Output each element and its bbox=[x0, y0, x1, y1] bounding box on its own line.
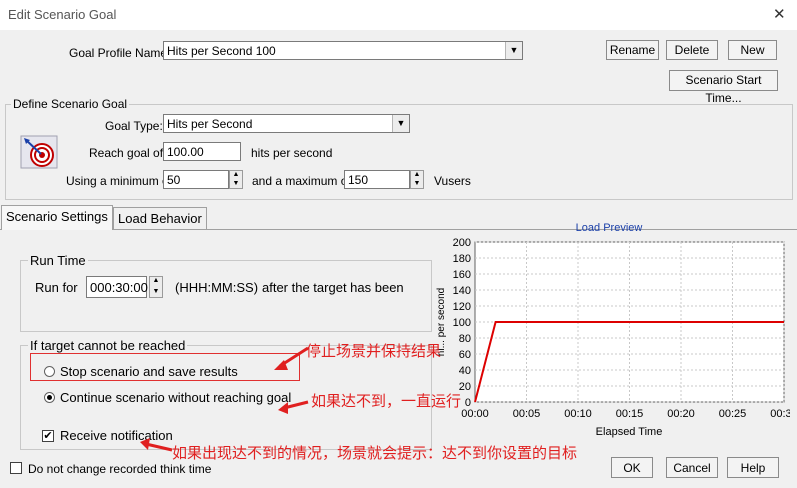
load-preview-chart: Load Preview 020406080100120140160180200… bbox=[436, 222, 790, 438]
chart-title: Load Preview bbox=[576, 222, 643, 234]
run-for-value: 000:30:00 bbox=[90, 280, 148, 295]
y-tick-label: 160 bbox=[453, 269, 471, 281]
max-vusers-input[interactable]: 150 bbox=[344, 170, 410, 189]
define-goal-group-label: Define Scenario Goal bbox=[11, 97, 130, 111]
min-vusers-label: Using a minimum of bbox=[66, 174, 173, 188]
run-for-input[interactable]: 000:30:00 bbox=[86, 276, 148, 298]
x-tick-label: 00:25 bbox=[719, 408, 747, 420]
help-button[interactable]: Help bbox=[727, 457, 779, 478]
x-tick-label: 00:15 bbox=[616, 408, 644, 420]
spin-up-icon[interactable]: ▲ bbox=[150, 277, 162, 285]
stop-scenario-label[interactable]: Stop scenario and save results bbox=[60, 364, 238, 379]
x-axis-label: Elapsed Time bbox=[596, 426, 663, 438]
reach-goal-value: 100.00 bbox=[167, 145, 204, 159]
x-tick-label: 00:30 bbox=[770, 408, 790, 420]
rename-button[interactable]: Rename bbox=[606, 40, 659, 60]
arrow-head-icon bbox=[278, 402, 288, 414]
reach-goal-unit: hits per second bbox=[251, 146, 333, 160]
vusers-label: Vusers bbox=[434, 174, 471, 188]
y-tick-label: 140 bbox=[453, 285, 471, 297]
run-for-after-text: after the target has been bbox=[262, 280, 404, 295]
think-time-checkbox[interactable] bbox=[10, 462, 22, 474]
run-time-group-label: Run Time bbox=[28, 253, 88, 268]
goal-profile-combo[interactable]: Hits per Second 100 ▼ bbox=[163, 41, 523, 60]
x-tick-label: 00:20 bbox=[667, 408, 695, 420]
chevron-down-icon[interactable]: ▼ bbox=[392, 115, 409, 132]
receive-notification-checkbox[interactable]: ✔ bbox=[42, 430, 54, 442]
y-tick-label: 200 bbox=[453, 237, 471, 249]
annotation-stop-note: 停止场景并保持结果 bbox=[306, 343, 442, 360]
arrow-icon bbox=[145, 442, 173, 452]
target-icon bbox=[20, 135, 58, 169]
chevron-down-icon[interactable]: ▼ bbox=[505, 42, 522, 59]
delete-button[interactable]: Delete bbox=[666, 40, 718, 60]
y-tick-label: 80 bbox=[459, 333, 471, 345]
window-title: Edit Scenario Goal bbox=[8, 7, 117, 22]
think-time-label[interactable]: Do not change recorded think time bbox=[28, 462, 211, 476]
run-for-label: Run for bbox=[35, 280, 78, 295]
min-vusers-input[interactable]: 50 bbox=[163, 170, 229, 189]
min-vusers-value: 50 bbox=[167, 173, 181, 187]
max-vusers-label: and a maximum of bbox=[252, 174, 351, 188]
tab-load-behavior[interactable]: Load Behavior bbox=[113, 207, 207, 229]
y-tick-label: 120 bbox=[453, 301, 471, 313]
title-bar: Edit Scenario Goal ✕ bbox=[0, 0, 797, 30]
spin-down-icon[interactable]: ▼ bbox=[411, 180, 423, 188]
x-tick-label: 00:00 bbox=[461, 408, 489, 420]
tab-scenario-settings[interactable]: Scenario Settings bbox=[1, 205, 113, 230]
min-vusers-spinner[interactable]: ▲ ▼ bbox=[229, 170, 243, 189]
new-button[interactable]: New bbox=[728, 40, 777, 60]
y-tick-label: 100 bbox=[453, 317, 471, 329]
max-vusers-spinner[interactable]: ▲ ▼ bbox=[410, 170, 424, 189]
spin-up-icon[interactable]: ▲ bbox=[230, 171, 242, 179]
close-icon[interactable]: ✕ bbox=[773, 5, 786, 23]
stop-scenario-radio[interactable] bbox=[44, 366, 55, 377]
goal-type-label: Goal Type: bbox=[105, 119, 163, 133]
continue-scenario-radio[interactable] bbox=[44, 392, 55, 403]
x-tick-label: 00:05 bbox=[513, 408, 541, 420]
max-vusers-value: 150 bbox=[348, 173, 369, 187]
goal-profile-label: Goal Profile Name: bbox=[69, 46, 171, 60]
cancel-button[interactable]: Cancel bbox=[666, 457, 718, 478]
goal-type-value: Hits per Second bbox=[167, 117, 253, 131]
annotation-continue-note: 如果达不到，一直运行 bbox=[311, 393, 462, 410]
annotation-arrow-notify bbox=[140, 438, 173, 452]
run-for-format: (HHH:MM:SS) bbox=[175, 280, 259, 295]
reach-goal-input[interactable]: 100.00 bbox=[163, 142, 241, 161]
spin-down-icon[interactable]: ▼ bbox=[230, 180, 242, 188]
continue-scenario-label[interactable]: Continue scenario without reaching goal bbox=[60, 390, 291, 405]
y-tick-label: 60 bbox=[459, 349, 471, 361]
scenario-start-time-button[interactable]: Scenario Start Time... bbox=[669, 70, 778, 105]
run-time-group bbox=[20, 260, 432, 332]
arrow-head-icon bbox=[140, 438, 150, 450]
unreached-group-label: If target cannot be reached bbox=[28, 338, 188, 353]
goal-profile-value: Hits per Second 100 bbox=[167, 44, 276, 58]
run-for-spinner[interactable]: ▲ ▼ bbox=[149, 276, 163, 298]
x-tick-label: 00:10 bbox=[564, 408, 592, 420]
spin-down-icon[interactable]: ▼ bbox=[150, 288, 162, 296]
spin-up-icon[interactable]: ▲ bbox=[411, 171, 423, 179]
y-tick-label: 180 bbox=[453, 253, 471, 265]
reach-goal-label: Reach goal of bbox=[89, 146, 164, 160]
y-tick-label: 40 bbox=[459, 365, 471, 377]
annotation-notify-note: 如果出现达不到的情况，场景就会提示：达不到你设置的目标 bbox=[172, 445, 578, 462]
goal-type-combo[interactable]: Hits per Second ▼ bbox=[163, 114, 410, 133]
ok-button[interactable]: OK bbox=[611, 457, 653, 478]
